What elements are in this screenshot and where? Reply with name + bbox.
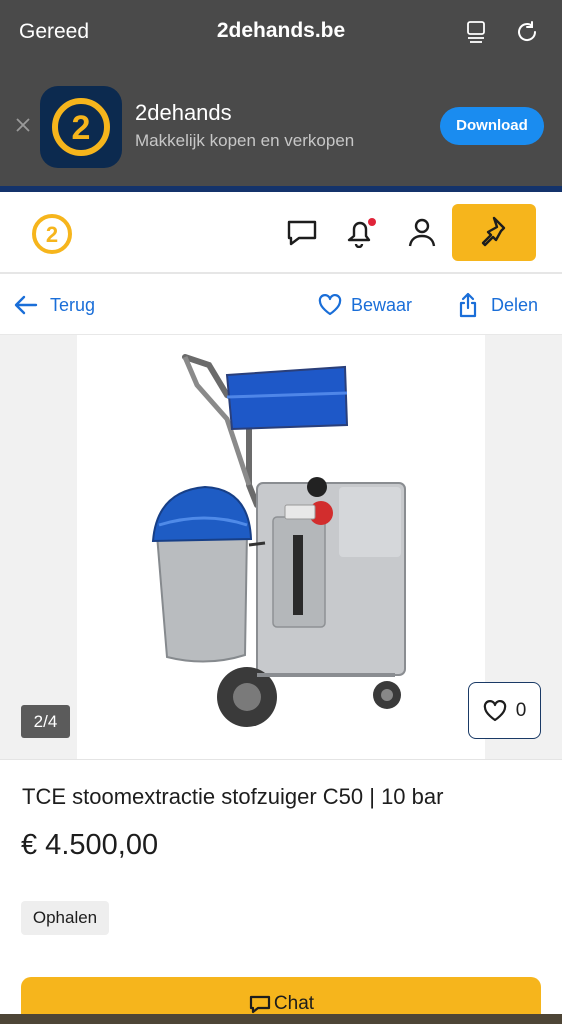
save-button[interactable]: Bewaar (318, 291, 412, 319)
app-name: 2dehands (135, 100, 232, 125)
site-logo[interactable]: 2 (30, 212, 74, 256)
share-label: Delen (491, 294, 539, 315)
delivery-badge: Ophalen (21, 901, 109, 935)
favorite-button[interactable]: 0 (468, 682, 541, 739)
product-photo[interactable] (77, 335, 485, 759)
reload-icon[interactable] (514, 19, 540, 45)
listing-actions: Terug Bewaar Delen (0, 274, 562, 335)
pin-icon (481, 216, 506, 247)
save-label: Bewaar (351, 294, 413, 315)
place-ad-button[interactable] (452, 204, 536, 261)
share-button[interactable]: Delen (458, 290, 538, 320)
bottom-bar (0, 1014, 562, 1024)
chat-icon[interactable] (285, 216, 319, 248)
listing-title: TCE stoomextractie stofzuiger C50 | 10 b… (22, 784, 444, 809)
reader-icon[interactable] (464, 20, 488, 44)
back-label: Terug (50, 294, 96, 315)
back-link[interactable]: Terug (14, 291, 95, 319)
share-icon (459, 292, 477, 318)
chat-bubble-icon (249, 995, 271, 1014)
site-logo-glyph: 2 (46, 222, 58, 247)
download-button[interactable]: Download (440, 107, 544, 145)
app-tagline: Makkelijk kopen en verkopen (135, 131, 355, 150)
arrow-left-icon (14, 295, 38, 315)
bell-icon[interactable] (343, 216, 377, 249)
heart-icon (318, 294, 342, 316)
image-counter: 2/4 (21, 705, 70, 738)
divider (0, 759, 562, 760)
site-header: 2 (0, 192, 562, 274)
user-icon[interactable] (405, 216, 439, 248)
favorite-count: 0 (515, 699, 527, 721)
photo-gallery[interactable]: 2/4 0 (0, 335, 562, 759)
close-icon[interactable] (14, 116, 32, 134)
browser-toolbar: Gereed 2dehands.be (0, 0, 562, 64)
app-install-banner: 2 2dehands Makkelijk kopen en verkopen D… (0, 64, 562, 186)
heart-outline-icon (483, 699, 506, 721)
app-icon-glyph: 2 (72, 109, 91, 147)
app-icon: 2 (40, 86, 122, 168)
listing-price: € 4.500,00 (21, 829, 159, 861)
